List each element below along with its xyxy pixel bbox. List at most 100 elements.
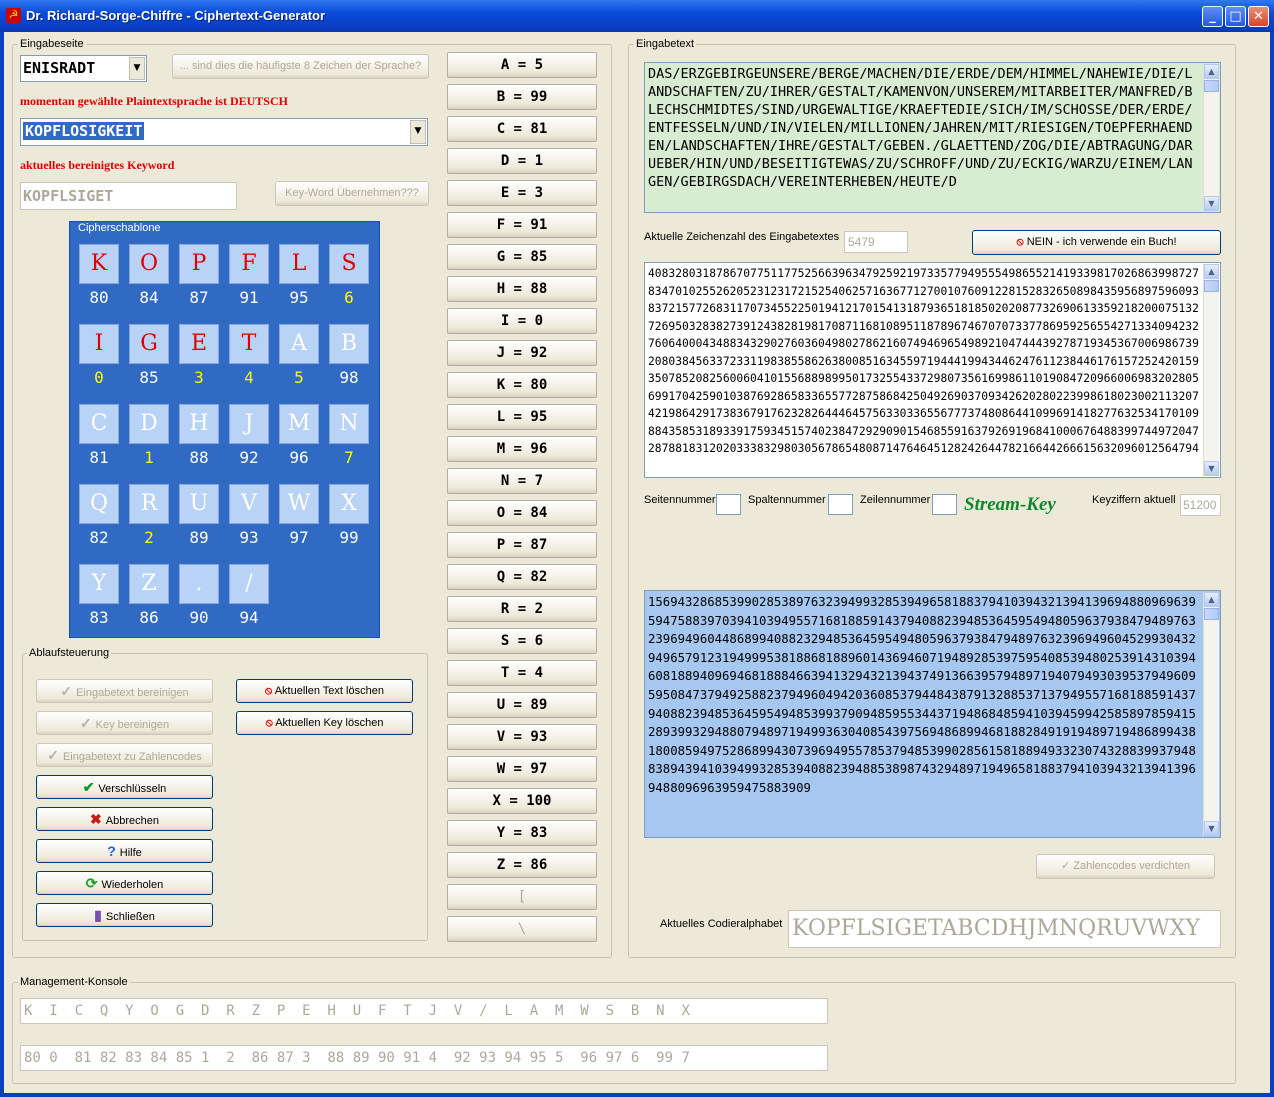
letter-button[interactable]: E = 3 bbox=[447, 180, 597, 206]
cipher-code: 81 bbox=[89, 448, 109, 467]
verdichten-button[interactable]: ✓ Zahlencodes verdichten bbox=[1036, 854, 1215, 879]
door-icon: ▮ bbox=[94, 907, 102, 923]
number-scrollbar[interactable]: ▲ ▼ bbox=[1203, 264, 1219, 476]
char-count-field[interactable]: 5479 bbox=[844, 231, 908, 253]
letter-button[interactable]: O = 84 bbox=[447, 500, 597, 526]
letter-button[interactable]: P = 87 bbox=[447, 532, 597, 558]
ablauf-button-6[interactable]: ⟳ Wiederholen bbox=[36, 871, 213, 895]
cipher-cell: T bbox=[229, 324, 269, 364]
letter-button[interactable]: N = 7 bbox=[447, 468, 597, 494]
cleaned-keyword-field[interactable]: KOPFLSIGET bbox=[20, 182, 237, 210]
cipher-code: 97 bbox=[289, 528, 309, 547]
clear-text-label: Aktuellen Text löschen bbox=[274, 685, 384, 697]
keyziffern-field[interactable]: 51200 bbox=[1180, 494, 1221, 516]
key-uebernehmen-button[interactable]: Key-Word Übernehmen??? bbox=[275, 181, 429, 206]
ablauf-button-label: Key bereinigen bbox=[95, 719, 170, 731]
cipher-code: 6 bbox=[344, 288, 354, 307]
codier-field[interactable]: KOPFLSIGETABCDHJMNQRUVWXY bbox=[788, 910, 1221, 948]
letter-button[interactable]: X = 100 bbox=[447, 788, 597, 814]
ablauf-button-label: Wiederholen bbox=[101, 879, 164, 891]
letter-button[interactable]: S = 6 bbox=[447, 628, 597, 654]
ablauf-button-label: Verschlüsseln bbox=[98, 783, 167, 795]
letter-button[interactable]: V = 93 bbox=[447, 724, 597, 750]
letter-button[interactable]: D = 1 bbox=[447, 148, 597, 174]
cipher-template-label: Cipherschablone bbox=[76, 222, 163, 234]
keyword-combo[interactable]: KOPFLOSIGKEIT ▼ bbox=[20, 118, 428, 146]
ablauf-button-4[interactable]: ✖ Abbrechen bbox=[36, 807, 213, 831]
letter-button[interactable]: I = 0 bbox=[447, 308, 597, 334]
ablauf-label: Ablaufsteuerung bbox=[27, 647, 112, 659]
number-text: 4083280318786707751177525663963479259219… bbox=[648, 267, 1199, 455]
close-button[interactable]: ✕ bbox=[1248, 6, 1269, 27]
input-text: DAS/ERZGEBIRGEUNSERE/BERGE/MACHEN/DIE/ER… bbox=[648, 66, 1193, 190]
cipher-cell: V bbox=[229, 484, 269, 524]
ablauf-button-label: Abbrechen bbox=[105, 815, 159, 827]
letter-button[interactable]: T = 4 bbox=[447, 660, 597, 686]
chevron-down-icon[interactable]: ▼ bbox=[410, 120, 426, 144]
output-text-area[interactable]: 1569432868539902853897632394993285394965… bbox=[644, 590, 1221, 838]
letter-button[interactable]: W = 97 bbox=[447, 756, 597, 782]
letter-button[interactable]: Q = 82 bbox=[447, 564, 597, 590]
cipher-cell: I bbox=[79, 324, 119, 364]
output-scrollbar[interactable]: ▲ ▼ bbox=[1203, 592, 1219, 836]
letter-button[interactable]: U = 89 bbox=[447, 692, 597, 718]
seiten-field[interactable] bbox=[716, 494, 741, 515]
input-text-area[interactable]: DAS/ERZGEBIRGEUNSERE/BERGE/MACHEN/DIE/ER… bbox=[644, 62, 1221, 213]
number-text-area[interactable]: 4083280318786707751177525663963479259219… bbox=[644, 262, 1221, 478]
cipher-cell: Q bbox=[79, 484, 119, 524]
cipher-cell: Y bbox=[79, 564, 119, 604]
frequency-check-button[interactable]: ... sind dies die häufigste 8 Zeichen de… bbox=[172, 54, 429, 79]
letter-button[interactable]: [ bbox=[447, 884, 597, 910]
letter-button[interactable]: H = 88 bbox=[447, 276, 597, 302]
codier-label: Aktuelles Codieralphabet bbox=[660, 918, 783, 930]
letter-button[interactable]: C = 81 bbox=[447, 116, 597, 142]
letter-button[interactable]: B = 99 bbox=[447, 84, 597, 110]
ablauf-button-7[interactable]: ▮ Schließen bbox=[36, 903, 213, 927]
minimize-button[interactable]: _ bbox=[1202, 6, 1223, 27]
cipher-cell: D bbox=[129, 404, 169, 444]
ablauf-button-1[interactable]: ✓ Key bereinigen bbox=[36, 711, 213, 735]
spalten-field[interactable] bbox=[828, 494, 853, 515]
ablauf-button-3[interactable]: ✔ Verschlüsseln bbox=[36, 775, 213, 799]
clear-text-button[interactable]: ⦸ Aktuellen Text löschen bbox=[236, 679, 413, 703]
spalten-label: Spaltennummer bbox=[748, 494, 826, 506]
cipher-cell: J bbox=[229, 404, 269, 444]
letter-button[interactable]: R = 2 bbox=[447, 596, 597, 622]
letter-button[interactable]: J = 92 bbox=[447, 340, 597, 366]
ablauf-button-5[interactable]: ? Hilfe bbox=[36, 839, 213, 863]
cipher-template: Cipherschablone K 80 O 84 P 87 F 91 L 95 S 6 I 0 G 85 E 3… bbox=[69, 221, 380, 638]
cipher-cell: C bbox=[79, 404, 119, 444]
title-bar[interactable]: ☭ Dr. Richard-Sorge-Chiffre - Ciphertext… bbox=[0, 0, 1274, 32]
ablauf-button-0[interactable]: ✓ Eingabetext bereinigen bbox=[36, 679, 213, 703]
clear-key-button[interactable]: ⦸ Aktuellen Key löschen bbox=[236, 711, 413, 735]
nein-buch-button[interactable]: ⦸ NEIN - ich verwende ein Buch! bbox=[972, 230, 1221, 255]
maximize-button[interactable]: □ bbox=[1225, 6, 1246, 27]
chevron-down-icon[interactable]: ▼ bbox=[129, 57, 145, 80]
cipher-cell: N bbox=[329, 404, 369, 444]
letter-button[interactable]: F = 91 bbox=[447, 212, 597, 238]
zeilen-field[interactable] bbox=[932, 494, 957, 515]
letter-button[interactable]: \ bbox=[447, 916, 597, 942]
cipher-code: 89 bbox=[189, 528, 209, 547]
cipher-code: 98 bbox=[339, 368, 359, 387]
language-note: momentan gewählte Plaintextsprache ist D… bbox=[20, 94, 288, 108]
management-row-letters[interactable]: K I C Q Y O G D R Z P E H U F T J V / L … bbox=[20, 998, 828, 1024]
letter-button[interactable]: L = 95 bbox=[447, 404, 597, 430]
frequent-letters-combo[interactable]: ENISRADT ▼ bbox=[20, 55, 147, 82]
ablauf-button-2[interactable]: ✓ Eingabetext zu Zahlencodes bbox=[36, 743, 213, 767]
letter-button[interactable]: Y = 83 bbox=[447, 820, 597, 846]
input-scrollbar[interactable]: ▲ ▼ bbox=[1203, 64, 1219, 211]
red-x-icon: ✖ bbox=[90, 811, 102, 827]
keyziffern-label: Keyziffern aktuell bbox=[1092, 494, 1176, 506]
cipher-cell: F bbox=[229, 244, 269, 284]
nein-buch-label: NEIN - ich verwende ein Buch! bbox=[1026, 236, 1177, 248]
cipher-cell: P bbox=[179, 244, 219, 284]
cipher-cell: G bbox=[129, 324, 169, 364]
verdichten-label: Zahlencodes verdichten bbox=[1073, 860, 1191, 872]
management-row-numbers[interactable]: 80 0 81 82 83 84 85 1 2 86 87 3 88 89 90… bbox=[20, 1045, 828, 1071]
letter-button[interactable]: G = 85 bbox=[447, 244, 597, 270]
letter-button[interactable]: A = 5 bbox=[447, 52, 597, 78]
letter-button[interactable]: M = 96 bbox=[447, 436, 597, 462]
letter-button[interactable]: K = 80 bbox=[447, 372, 597, 398]
letter-button[interactable]: Z = 86 bbox=[447, 852, 597, 878]
